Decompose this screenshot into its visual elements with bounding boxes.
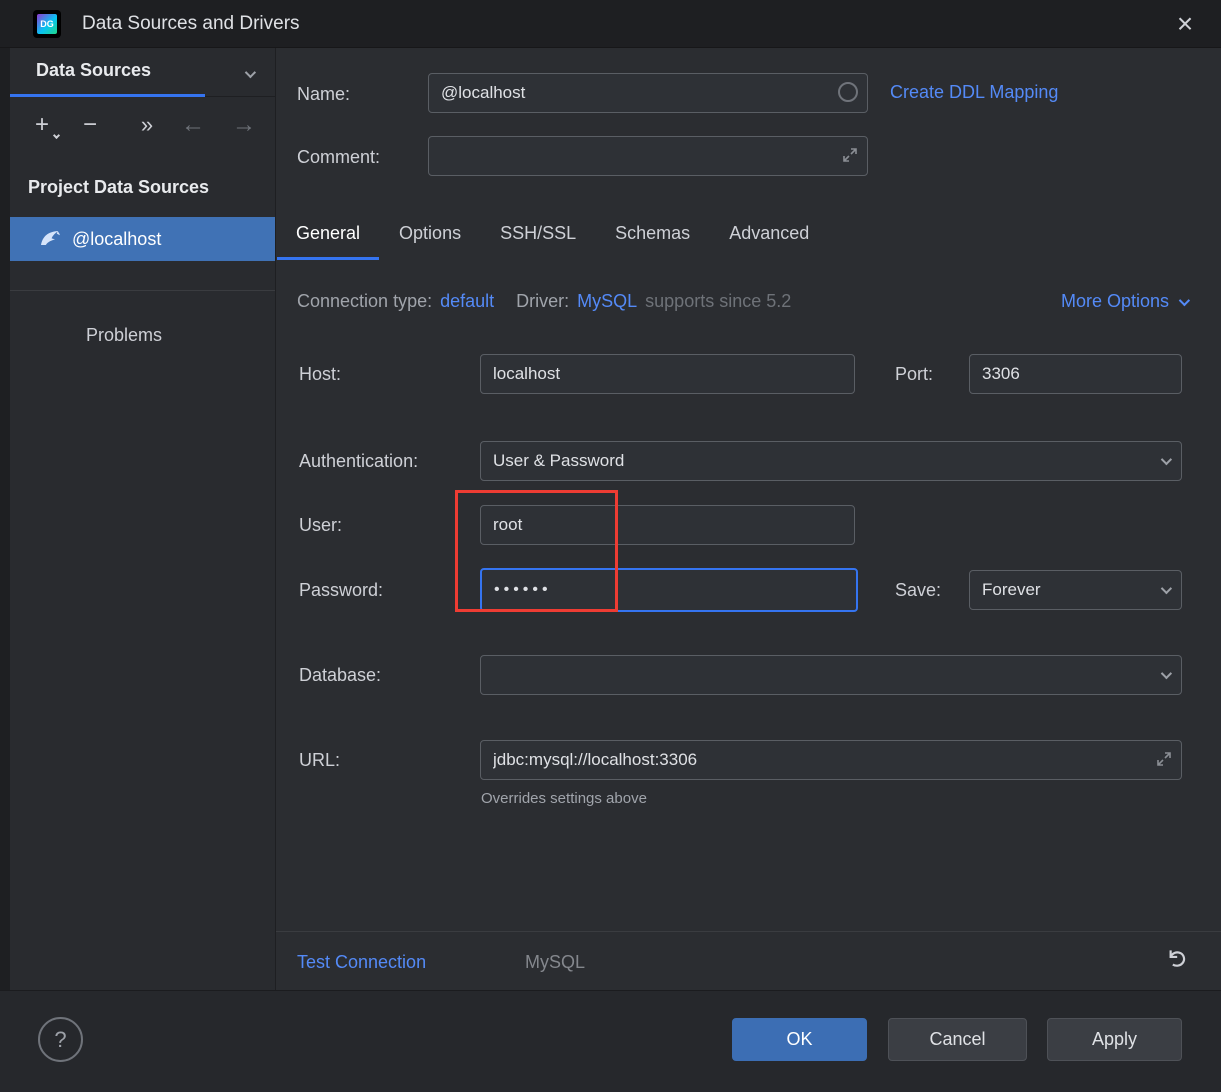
tab-ssh-ssl[interactable]: SSH/SSL bbox=[481, 208, 595, 260]
sidebar: Data Sources + − » ← → Project Data Sour… bbox=[10, 48, 275, 990]
main-panel: Name: Create DDL Mapping Comment: Genera… bbox=[276, 48, 1221, 990]
user-label: User: bbox=[299, 515, 343, 535]
help-button[interactable]: ? bbox=[38, 1017, 83, 1062]
password-input[interactable] bbox=[480, 568, 858, 612]
authentication-select[interactable]: User & Password bbox=[480, 441, 1182, 481]
sidebar-divider bbox=[10, 290, 275, 291]
password-label: Password: bbox=[299, 580, 384, 600]
tab-bar: General Options SSH/SSL Schemas Advanced bbox=[277, 208, 828, 260]
more-options-link[interactable]: More Options bbox=[1060, 291, 1191, 312]
apply-button[interactable]: Apply bbox=[1047, 1018, 1182, 1061]
tab-general[interactable]: General bbox=[277, 208, 380, 260]
show-more-icon[interactable]: » bbox=[133, 111, 161, 139]
divider bbox=[276, 931, 1221, 932]
user-input[interactable] bbox=[480, 505, 855, 545]
ok-button[interactable]: OK bbox=[732, 1018, 867, 1061]
driver-name-text: MySQL bbox=[525, 952, 586, 972]
database-select[interactable] bbox=[480, 655, 1182, 695]
test-connection-link[interactable]: Test Connection bbox=[297, 952, 426, 973]
create-ddl-mapping-link[interactable]: Create DDL Mapping bbox=[890, 82, 1058, 103]
database-label: Database: bbox=[299, 665, 382, 685]
chevron-down-icon[interactable] bbox=[244, 65, 257, 83]
cancel-button[interactable]: Cancel bbox=[888, 1018, 1027, 1061]
tab-advanced[interactable]: Advanced bbox=[710, 208, 828, 260]
chevron-down-icon bbox=[1160, 582, 1173, 595]
expand-icon[interactable] bbox=[842, 147, 858, 163]
loading-circle-icon bbox=[838, 82, 858, 102]
authentication-value: User & Password bbox=[493, 451, 625, 470]
save-value: Forever bbox=[982, 580, 1041, 599]
url-input[interactable] bbox=[480, 740, 1182, 780]
tab-options[interactable]: Options bbox=[380, 208, 480, 260]
forward-arrow-icon[interactable]: → bbox=[230, 111, 258, 139]
sidebar-item-label: @localhost bbox=[72, 228, 162, 249]
remove-icon[interactable]: − bbox=[76, 111, 104, 139]
host-label: Host: bbox=[299, 364, 342, 384]
name-label: Name: bbox=[297, 84, 351, 104]
more-options-label: More Options bbox=[1060, 291, 1169, 311]
dialog-footer: ? OK Cancel Apply bbox=[0, 990, 1221, 1092]
comment-input[interactable] bbox=[428, 136, 868, 176]
sidebar-header[interactable]: Data Sources bbox=[10, 48, 275, 97]
tab-schemas[interactable]: Schemas bbox=[596, 208, 709, 260]
name-input[interactable] bbox=[428, 73, 868, 113]
datagrip-logo-icon: DG bbox=[33, 10, 61, 38]
back-arrow-icon[interactable]: ← bbox=[179, 111, 207, 139]
window-title: Data Sources and Drivers bbox=[82, 13, 300, 34]
save-select[interactable]: Forever bbox=[969, 570, 1182, 610]
driver-value-link[interactable]: MySQL bbox=[577, 291, 637, 312]
mysql-dolphin-icon bbox=[41, 231, 60, 245]
url-label: URL: bbox=[299, 750, 341, 770]
connection-type-value[interactable]: default bbox=[440, 291, 494, 312]
connection-type-label: Connection type: bbox=[297, 291, 433, 311]
rollback-icon[interactable] bbox=[1163, 946, 1187, 970]
save-label: Save: bbox=[895, 580, 942, 600]
chevron-down-icon bbox=[1160, 667, 1173, 680]
port-label: Port: bbox=[895, 364, 934, 384]
authentication-label: Authentication: bbox=[299, 451, 419, 471]
close-icon[interactable]: × bbox=[1167, 6, 1203, 42]
driver-label: Driver: bbox=[516, 291, 570, 311]
port-input[interactable] bbox=[969, 354, 1182, 394]
sidebar-toolbar: + − » ← → bbox=[10, 97, 275, 159]
sidebar-item-localhost[interactable]: @localhost bbox=[10, 217, 275, 261]
expand-icon[interactable] bbox=[1156, 751, 1172, 767]
sidebar-header-title: Data Sources bbox=[36, 60, 152, 80]
driver-note: supports since 5.2 bbox=[645, 291, 792, 311]
host-input[interactable] bbox=[480, 354, 855, 394]
chevron-down-icon bbox=[1160, 453, 1173, 466]
titlebar: DG Data Sources and Drivers × bbox=[0, 0, 1221, 48]
chevron-down-icon bbox=[1178, 294, 1191, 306]
comment-label: Comment: bbox=[297, 147, 381, 167]
project-data-sources-title: Project Data Sources bbox=[28, 177, 210, 197]
url-note: Overrides settings above bbox=[481, 790, 647, 807]
connection-type-row: Connection type: default Driver: MySQL s… bbox=[297, 291, 791, 312]
sidebar-item-problems[interactable]: Problems bbox=[86, 325, 162, 346]
data-sources-dialog: DG Data Sources and Drivers × Data Sourc… bbox=[0, 0, 1221, 1092]
